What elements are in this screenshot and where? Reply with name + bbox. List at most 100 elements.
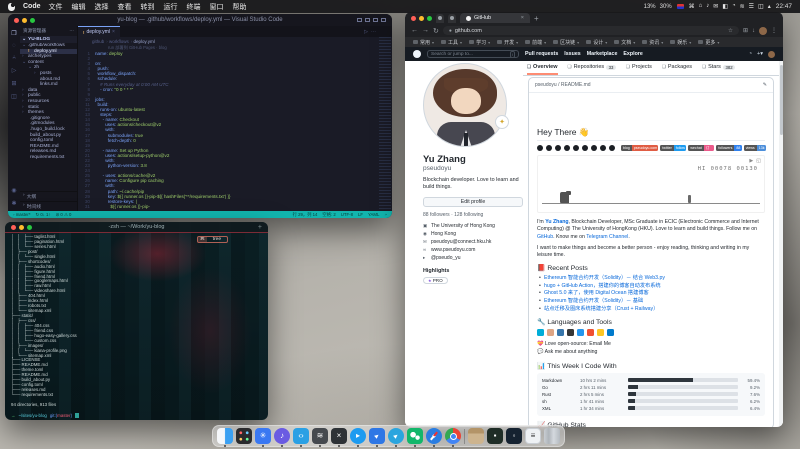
source-control-icon[interactable]: ⑃ [10, 55, 18, 61]
profile-detail-row[interactable]: ✉pseudoyu@connect.hku.hk [423, 238, 523, 246]
status-emoji-badge[interactable]: ✦ [495, 115, 509, 129]
github-logo-icon[interactable] [413, 50, 421, 58]
dock-item[interactable]: ✳ [255, 428, 271, 444]
menu-status-icon[interactable]: ◧ [722, 3, 728, 10]
explorer-more-icon[interactable]: ⋯ [69, 28, 74, 34]
close-button[interactable] [14, 18, 19, 23]
address-bar[interactable]: ● github.com ☆ [443, 26, 739, 35]
back-icon[interactable]: ← [411, 27, 418, 34]
page-scrollbar[interactable] [779, 61, 783, 426]
apple-menu-icon[interactable] [8, 3, 15, 11]
outline-section[interactable]: ›大纲 [20, 191, 77, 201]
editor-tab-deploy-yml[interactable]: ! deploy.yml × [78, 26, 120, 37]
project-root[interactable]: ⌄YU-BLOG [20, 36, 77, 43]
close-button[interactable] [411, 16, 416, 21]
dock-item[interactable]: ≡ [525, 428, 541, 444]
dock-item[interactable] [464, 429, 465, 444]
social-icon[interactable] [537, 145, 543, 151]
browser-menu-icon[interactable]: ⋮ [771, 27, 777, 34]
input-language-flag-icon[interactable] [677, 4, 684, 9]
debug-icon[interactable]: ▷ [10, 67, 18, 74]
menu-item[interactable]: 转到 [141, 2, 155, 12]
dock-item[interactable] [426, 428, 442, 444]
dock-item[interactable]: ♪ [274, 428, 290, 444]
dock-item[interactable]: ≋ [312, 428, 328, 444]
git-branch-indicator[interactable]: ◦ master* [13, 212, 31, 217]
dock-item[interactable] [468, 428, 484, 444]
menu-status-icon[interactable]: ≋ [740, 3, 745, 10]
vscode-titlebar[interactable]: yu-blog — .github/workflows/deploy.yml —… [8, 14, 392, 26]
breadcrumb-item[interactable]: github [92, 39, 104, 44]
forward-icon[interactable]: → [422, 27, 429, 34]
dock-item[interactable] [407, 428, 423, 444]
sync-indicator[interactable]: ↻ 0↓ 1↑ [36, 212, 51, 218]
reload-icon[interactable]: ↻ [433, 27, 439, 35]
layout-toggle-icons[interactable] [357, 18, 386, 22]
dock-item[interactable]: ‹› [293, 428, 309, 444]
browser-profile-avatar[interactable] [759, 27, 767, 35]
bookmark-folder[interactable]: 设计▾ [586, 39, 607, 46]
social-icon[interactable] [573, 145, 579, 151]
bookmark-folder[interactable]: 区块链▾ [553, 39, 579, 46]
breadcrumb-item[interactable]: deploy.yml [131, 39, 155, 44]
terminal-output[interactable]: │ │ ├── taglist.html│ │ ├── pagination.h… [5, 233, 268, 420]
recent-post-link[interactable]: Ghost 5.0 来了，使用 Digital Ocean 搭建博客 [537, 290, 765, 298]
social-icon[interactable] [600, 145, 606, 151]
bookmark-folder[interactable]: 前端▾ [525, 39, 546, 46]
close-tab-icon[interactable]: × [112, 29, 115, 35]
pinned-tab[interactable] [448, 14, 456, 23]
dock-item[interactable]: × [331, 428, 347, 444]
recent-post-link[interactable]: 站点迁移及图床系统搭建分享（Crust + Railway） [537, 306, 765, 314]
menu-item[interactable]: 选择 [95, 2, 109, 12]
social-icon[interactable] [591, 145, 597, 151]
menu-item[interactable]: 文件 [49, 2, 63, 12]
menu-status-icon[interactable]: ☰ [749, 3, 754, 10]
active-app-name[interactable]: Code [23, 3, 41, 10]
settings-gear-icon[interactable]: ✱ [10, 200, 18, 207]
terminal-prompt[interactable]: → ~/sites/yu-blog git:(master) [11, 413, 262, 419]
new-tab-button[interactable]: + [534, 14, 539, 23]
browser-tab-github[interactable]: GitHub × [460, 13, 530, 23]
fullscreen-icon[interactable]: ◱ [756, 158, 761, 164]
dock-item[interactable]: ▪ [487, 428, 503, 444]
bookmark-folder[interactable]: 文档▾ [614, 39, 635, 46]
terminal-titlebar[interactable]: -zsh — ~/Work/yu-blog + [5, 222, 268, 233]
status-percent[interactable]: 30% [660, 4, 672, 10]
dock-item[interactable] [445, 428, 461, 444]
pinned-tab[interactable] [436, 14, 444, 23]
profile-detail-row[interactable]: ▸@pseudo_yu [423, 254, 523, 262]
notifications-bell-icon[interactable]: ◔ [749, 51, 752, 57]
menu-clock[interactable]: 22:47 [776, 3, 792, 10]
notifications-bell-icon[interactable]: ◔ [384, 212, 387, 218]
header-nav-item[interactable]: Marketplace [587, 51, 618, 57]
minimize-button[interactable] [22, 18, 27, 23]
social-icon[interactable] [555, 145, 561, 151]
timeline-section[interactable]: ›时间线 [20, 201, 77, 211]
shield-badge[interactable]: blogpseudoyu.com [621, 145, 658, 151]
menu-status-icon[interactable]: ⌂ [699, 3, 703, 10]
close-tab-icon[interactable]: × [521, 15, 524, 21]
profile-tab[interactable]: Repositories33 [568, 64, 616, 75]
dock-item[interactable]: ◦ [506, 428, 522, 444]
dock-item[interactable] [217, 428, 233, 444]
readme-path[interactable]: pseudoyu / README.md [535, 82, 591, 88]
bookmark-folder[interactable]: 资讯▾ [642, 39, 663, 46]
social-icon[interactable] [564, 145, 570, 151]
dock-item[interactable] [544, 428, 560, 444]
editor-action-icons[interactable]: ▷⋯ [364, 26, 392, 37]
language-mode[interactable]: YAML [368, 212, 379, 218]
social-icon[interactable] [609, 145, 615, 151]
menu-status-icon[interactable]: ◫ [758, 3, 764, 10]
problems-indicator[interactable]: ⊘ 0 ⚠ 0 [56, 212, 72, 218]
eol-indicator[interactable]: LF [358, 212, 363, 218]
downloads-icon[interactable]: ↓ [752, 28, 755, 34]
profile-avatar[interactable] [423, 63, 507, 147]
extensions-icon[interactable]: ⊞ [743, 27, 748, 34]
profile-tab[interactable]: Overview [527, 64, 558, 75]
menu-item[interactable]: 终端 [187, 2, 201, 12]
maximize-button[interactable] [427, 16, 432, 21]
cursor-position[interactable]: 行 29，列 14 [293, 212, 318, 218]
menu-item[interactable]: 编辑 [72, 2, 86, 12]
menu-item[interactable]: 运行 [164, 2, 178, 12]
dock-item[interactable]: ▸ [388, 428, 404, 444]
